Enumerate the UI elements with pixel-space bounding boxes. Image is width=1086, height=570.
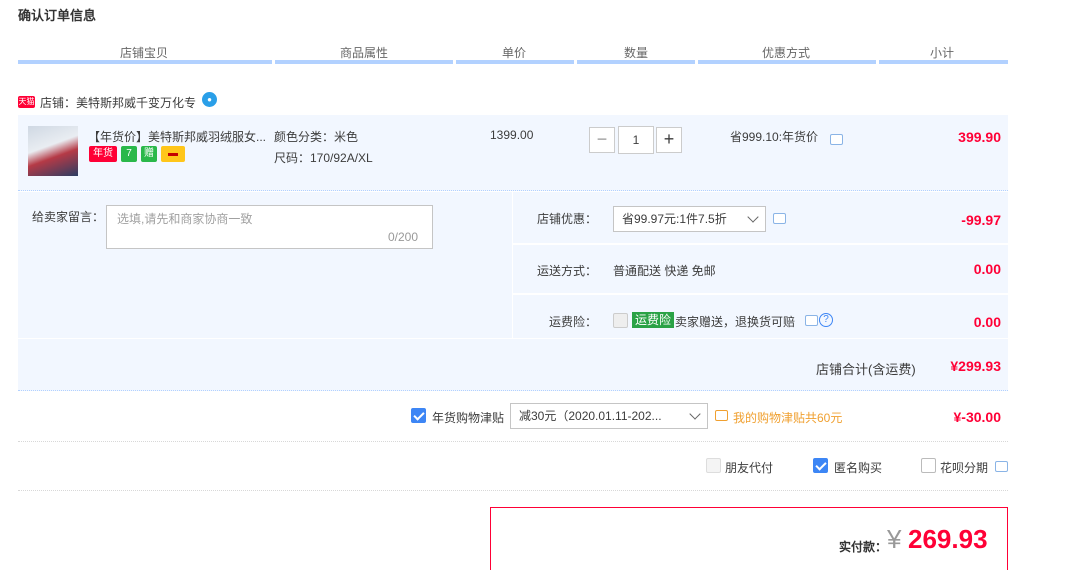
quantity-input[interactable]: 1 bbox=[618, 126, 654, 154]
chevron-down-icon bbox=[689, 408, 701, 420]
friend-pay-checkbox[interactable] bbox=[706, 458, 721, 473]
shop-name-link[interactable]: 店铺：美特斯邦威千变万化专 bbox=[40, 94, 196, 111]
allowance-info-icon[interactable] bbox=[715, 410, 728, 421]
insurance-amount: 0.00 bbox=[973, 314, 1001, 330]
header-divider bbox=[879, 60, 1008, 64]
header-discount: 优惠方式 bbox=[762, 46, 811, 60]
message-placeholder: 选填,请先和商家协商一致 bbox=[117, 212, 253, 226]
unit-price: 1399.00 bbox=[490, 128, 534, 142]
quantity-increase-button[interactable]: + bbox=[656, 127, 682, 153]
card-badge: ▬ bbox=[161, 146, 185, 162]
item-subtotal: 399.90 bbox=[958, 129, 1001, 145]
allowance-checkbox[interactable] bbox=[411, 408, 426, 423]
insurance-info-icon[interactable] bbox=[805, 315, 818, 326]
huabei-label: 花呗分期 bbox=[940, 461, 989, 475]
divider bbox=[18, 441, 1008, 442]
message-label: 给卖家留言： bbox=[32, 210, 105, 224]
gift-badge: 赠 bbox=[141, 146, 157, 162]
huabei-checkbox[interactable] bbox=[921, 458, 936, 473]
message-char-count: 0/200 bbox=[388, 230, 419, 244]
divider bbox=[18, 490, 1008, 491]
seven-day-return-badge: 7 bbox=[121, 146, 137, 162]
tmall-badge: 天猫 bbox=[18, 96, 35, 108]
nianhuo-badge: 年货 bbox=[89, 146, 117, 162]
header-shop-item: 店铺宝贝 bbox=[120, 46, 169, 60]
shop-discount-value: 省99.97元:1件7.5折 bbox=[622, 212, 727, 226]
allowance-value: 减30元（2020.01.11-202... bbox=[519, 409, 662, 423]
shop-discount-label: 店铺优惠： bbox=[537, 212, 598, 226]
insurance-tag: 运费险 bbox=[632, 312, 675, 328]
final-amount: 269.93 bbox=[908, 524, 988, 554]
shipping-label: 运送方式： bbox=[537, 264, 598, 278]
header-divider bbox=[456, 60, 574, 64]
insurance-label: 运费险： bbox=[549, 315, 598, 329]
shop-discount-amount: -99.97 bbox=[961, 212, 1001, 228]
header-unit-price: 单价 bbox=[502, 46, 527, 60]
shipping-value: 普通配送 快递 免邮 bbox=[613, 264, 716, 278]
header-divider bbox=[577, 60, 695, 64]
item-discount-text: 省999.10:年货价 bbox=[730, 130, 819, 144]
discount-info-icon[interactable] bbox=[830, 134, 843, 145]
friend-pay-label: 朋友代付 bbox=[725, 461, 774, 475]
help-icon[interactable]: ? bbox=[819, 313, 833, 327]
size-attribute: 尺码：170/92A/XL bbox=[274, 151, 373, 165]
chevron-down-icon bbox=[747, 211, 759, 223]
insurance-text: 卖家赠送，退换货可赔 bbox=[675, 315, 796, 329]
allowance-note: 我的购物津贴共60元 bbox=[733, 411, 843, 425]
page-title: 确认订单信息 bbox=[18, 8, 97, 23]
wangwang-chat-icon[interactable]: ● bbox=[202, 92, 217, 107]
currency-symbol: ¥ bbox=[887, 524, 902, 554]
table-header: 店铺宝贝 商品属性 单价 数量 优惠方式 小计 bbox=[18, 40, 1008, 64]
header-divider bbox=[18, 60, 272, 64]
huabei-info-icon[interactable] bbox=[995, 461, 1008, 472]
shop-total-amount: ¥299.93 bbox=[950, 358, 1001, 374]
discount-info-icon[interactable] bbox=[773, 213, 786, 224]
shipping-amount: 0.00 bbox=[973, 261, 1001, 277]
anonymous-checkbox[interactable] bbox=[813, 458, 828, 473]
header-subtotal: 小计 bbox=[930, 46, 955, 60]
anonymous-label: 匿名购买 bbox=[834, 461, 883, 475]
final-label: 实付款： bbox=[839, 540, 888, 554]
quantity-decrease-button[interactable]: − bbox=[589, 127, 615, 153]
allowance-label: 年货购物津贴 bbox=[432, 411, 505, 425]
header-divider bbox=[275, 60, 453, 64]
color-attribute: 颜色分类：米色 bbox=[274, 130, 359, 144]
allowance-amount: ¥-30.00 bbox=[953, 409, 1001, 425]
shop-discount-select[interactable]: 省99.97元:1件7.5折 bbox=[613, 206, 766, 232]
header-attributes: 商品属性 bbox=[340, 46, 389, 60]
insurance-checkbox bbox=[613, 313, 628, 328]
product-thumbnail[interactable] bbox=[28, 126, 78, 176]
header-quantity: 数量 bbox=[624, 46, 649, 60]
product-title-link[interactable]: 【年货价】美特斯邦威羽绒服女... bbox=[88, 128, 266, 145]
header-divider bbox=[698, 60, 876, 64]
allowance-select[interactable]: 减30元（2020.01.11-202... bbox=[510, 403, 708, 429]
